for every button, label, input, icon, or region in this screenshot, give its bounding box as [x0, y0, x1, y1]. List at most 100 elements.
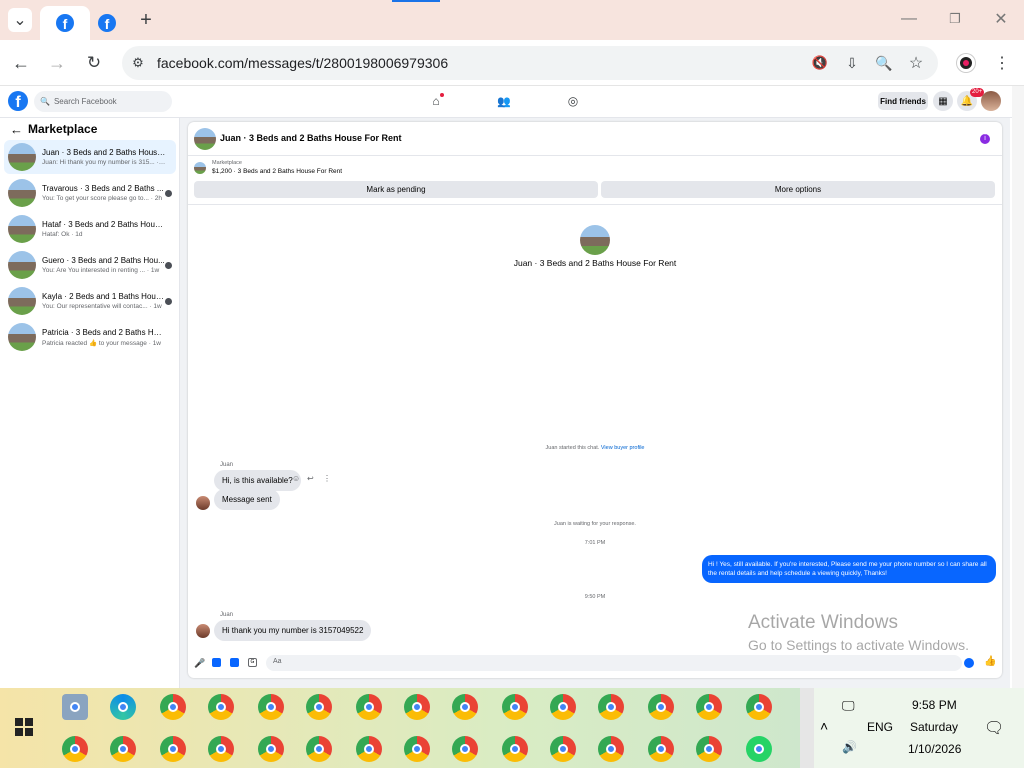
language-indicator[interactable]: ENG — [867, 720, 893, 734]
minimize-button[interactable]: — — [898, 8, 920, 30]
facebook-logo-icon[interactable]: f — [8, 91, 28, 111]
chrome-icon[interactable] — [598, 736, 624, 762]
clock-date[interactable]: 1/10/2026 — [908, 742, 961, 756]
profile-avatar[interactable] — [981, 91, 1001, 111]
file-explorer-icon[interactable] — [62, 694, 88, 720]
message-bubble[interactable]: Hi, is this available? — [214, 470, 301, 491]
chrome-icon[interactable] — [452, 736, 478, 762]
windows-start-icon[interactable] — [15, 718, 33, 736]
chat-header-title[interactable]: Juan · 3 Beds and 2 Baths House For Rent — [220, 133, 402, 143]
sticker-icon[interactable] — [230, 658, 239, 667]
browser-tab-1[interactable]: f — [40, 6, 90, 40]
mark-as-pending-button[interactable]: Mark as pending — [194, 181, 598, 198]
chrome-icon[interactable] — [258, 736, 284, 762]
clock-day[interactable]: Saturday — [910, 720, 958, 734]
conversation-item[interactable]: Juan · 3 Beds and 2 Baths House F... Juan… — [4, 140, 176, 174]
info-icon[interactable]: i — [980, 134, 990, 144]
chrome-icon[interactable] — [502, 736, 528, 762]
chrome-icon[interactable] — [110, 736, 136, 762]
chrome-icon[interactable] — [502, 694, 528, 720]
sender-avatar[interactable] — [196, 624, 210, 638]
microphone-icon[interactable]: 🎤 — [194, 658, 205, 669]
more-options-button[interactable]: More options — [601, 181, 995, 198]
chrome-icon[interactable] — [258, 694, 284, 720]
chrome-icon[interactable] — [404, 694, 430, 720]
chrome-icon[interactable] — [648, 736, 674, 762]
chevron-up-icon[interactable]: ˄ — [820, 718, 828, 734]
notification-center-icon[interactable]: 🗨 — [984, 718, 1004, 738]
chrome-icon[interactable] — [208, 736, 234, 762]
friends-icon[interactable]: 👥 — [496, 93, 512, 109]
message-input[interactable]: Aa — [266, 655, 962, 671]
chat-center-avatar[interactable] — [580, 225, 610, 255]
chrome-icon[interactable] — [356, 736, 382, 762]
restore-button[interactable]: ❐ — [944, 8, 966, 30]
browser-menu-icon[interactable]: ⋮ — [992, 53, 1012, 73]
emoji-icon[interactable] — [964, 658, 974, 668]
chrome-icon[interactable] — [746, 694, 772, 720]
sender-avatar[interactable] — [196, 496, 210, 510]
chrome-icon[interactable] — [356, 694, 382, 720]
menu-grid-icon[interactable]: ▦ — [933, 91, 953, 111]
search-input[interactable]: 🔍 Search Facebook — [34, 91, 172, 112]
url-text[interactable]: facebook.com/messages/t/2800198006979306 — [157, 55, 448, 71]
bookmark-star-icon[interactable]: ☆ — [906, 53, 926, 73]
whatsapp-icon[interactable] — [746, 736, 772, 762]
chrome-icon[interactable] — [404, 736, 430, 762]
conversation-item[interactable]: Hataf · 3 Beds and 2 Baths House ... Hata… — [4, 212, 176, 246]
chrome-icon[interactable] — [550, 736, 576, 762]
extension-icon[interactable] — [957, 54, 975, 72]
taskbar-scrollbar[interactable] — [800, 688, 814, 768]
browser-tab-2[interactable]: f — [92, 6, 122, 40]
listing-thumbnail[interactable] — [194, 162, 206, 174]
chrome-icon[interactable] — [160, 694, 186, 720]
site-info-icon[interactable]: ⚙ — [128, 53, 148, 73]
chrome-icon[interactable] — [452, 694, 478, 720]
conversation-item[interactable]: Guero · 3 Beds and 2 Baths Hou... You: Ar… — [4, 248, 176, 282]
photo-icon[interactable] — [212, 658, 221, 667]
listing-info[interactable]: $1,200 · 3 Beds and 2 Baths House For Re… — [212, 168, 342, 175]
chrome-icon[interactable] — [306, 736, 332, 762]
conversation-item[interactable]: Kayla · 2 Beds and 1 Baths Hous... You: O… — [4, 284, 176, 318]
page-scrollbar[interactable] — [1012, 86, 1024, 688]
reply-icon[interactable]: ↩ — [307, 474, 314, 483]
reload-icon[interactable]: ↻ — [83, 52, 105, 74]
chat-header-avatar[interactable] — [194, 128, 216, 150]
new-tab-button[interactable]: + — [136, 8, 156, 32]
message-bubble[interactable]: Hi thank you my number is 3157049522 — [214, 620, 372, 641]
my-message-bubble[interactable]: Hi ! Yes, still available. If you're int… — [702, 555, 996, 583]
chrome-icon[interactable] — [160, 736, 186, 762]
thumbs-up-icon[interactable]: 👍 — [984, 656, 996, 667]
conversation-item[interactable]: Patricia · 3 Beds and 2 Baths Hous... Pat… — [4, 320, 176, 354]
chrome-icon[interactable] — [648, 694, 674, 720]
chrome-icon[interactable] — [62, 736, 88, 762]
clock-time[interactable]: 9:58 PM — [912, 698, 957, 712]
view-buyer-profile-link[interactable]: View buyer profile — [601, 445, 645, 451]
listing-thumbnail — [8, 251, 36, 279]
chrome-icon[interactable] — [208, 694, 234, 720]
sidebar-back-icon[interactable]: ← — [10, 122, 23, 137]
zoom-icon[interactable]: 🔍 — [874, 53, 894, 73]
forward-icon[interactable]: → — [46, 52, 68, 74]
find-friends-button[interactable]: Find friends — [878, 92, 928, 110]
volume-icon[interactable]: 🔊 — [842, 740, 857, 754]
chrome-icon[interactable] — [550, 694, 576, 720]
react-icon[interactable]: ☺ — [292, 474, 300, 483]
close-window-button[interactable]: ✕ — [990, 8, 1012, 30]
chat-started-notice: Juan started this chat. View buyer profi… — [188, 445, 1002, 451]
tab-search-button[interactable]: ⌄ — [8, 8, 32, 32]
edge-icon[interactable] — [110, 694, 136, 720]
muted-speaker-icon[interactable]: 🔇 — [810, 53, 830, 73]
back-icon[interactable]: ← — [10, 52, 32, 74]
chrome-icon[interactable] — [696, 694, 722, 720]
more-icon[interactable]: ⋮ — [323, 474, 331, 483]
chrome-icon[interactable] — [306, 694, 332, 720]
gif-icon[interactable]: G — [248, 658, 257, 667]
conversation-item[interactable]: Travarous · 3 Beds and 2 Baths ... You: T… — [4, 176, 176, 210]
chrome-icon[interactable] — [598, 694, 624, 720]
message-bubble[interactable]: Message sent — [214, 489, 280, 510]
groups-icon[interactable]: ◎ — [565, 93, 581, 109]
chrome-icon[interactable] — [696, 736, 722, 762]
install-app-icon[interactable]: ⇩ — [842, 53, 862, 73]
network-icon[interactable]: 🖵 — [842, 698, 855, 714]
